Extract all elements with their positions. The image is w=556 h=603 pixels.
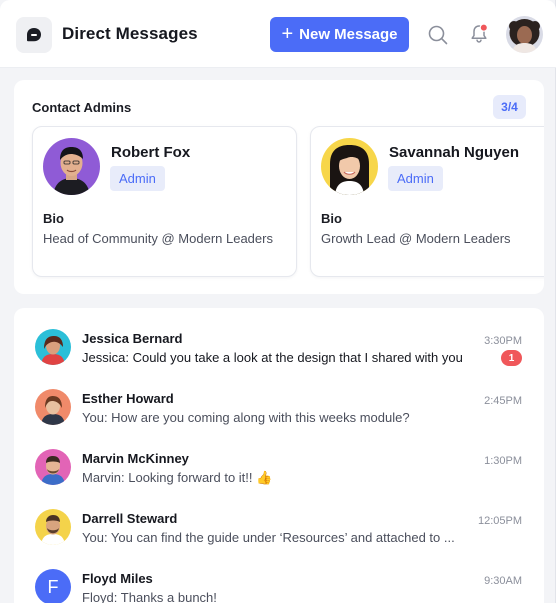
bell-icon[interactable] xyxy=(468,23,490,45)
message-time: 2:45PM xyxy=(484,395,522,407)
conversation-row[interactable]: Esther Howard You: How are you coming al… xyxy=(14,389,544,449)
bio-label: Bio xyxy=(43,211,64,226)
contact-admins-panel: Contact Admins 3/4 Robert Fox Admin Bio … xyxy=(14,80,544,294)
contact-name: Esther Howard xyxy=(82,391,174,406)
app-window: Direct Messages + New Message Contact Ad… xyxy=(0,0,556,603)
avatar xyxy=(35,449,71,485)
admin-card[interactable]: Robert Fox Admin Bio Head of Community @… xyxy=(32,126,297,277)
role-badge: Admin xyxy=(110,166,165,191)
message-time: 1:30PM xyxy=(484,455,522,467)
plus-icon: + xyxy=(281,22,294,45)
message-time: 3:30PM xyxy=(484,335,522,347)
search-icon[interactable] xyxy=(427,24,449,46)
bio-text: Head of Community @ Modern Leaders xyxy=(43,231,273,246)
top-bar: Direct Messages + New Message xyxy=(0,0,556,68)
chat-bubble-icon[interactable] xyxy=(16,17,52,53)
conversation-list: Jessica Bernard Jessica: Could you take … xyxy=(14,308,544,603)
avatar xyxy=(35,329,71,365)
avatar: F xyxy=(35,569,71,603)
new-message-label: New Message xyxy=(299,26,398,43)
page-title: Direct Messages xyxy=(62,24,198,43)
admin-card[interactable]: Savannah Nguyen Admin Bio Growth Lead @ … xyxy=(310,126,544,277)
bio-text: Growth Lead @ Modern Leaders xyxy=(321,231,511,246)
admin-avatar xyxy=(321,138,378,195)
message-preview: Jessica: Could you take a look at the de… xyxy=(82,350,462,365)
carousel-page-counter: 3/4 xyxy=(493,95,526,119)
admin-avatar xyxy=(43,138,100,195)
user-avatar[interactable] xyxy=(506,16,543,53)
admin-name: Robert Fox xyxy=(111,144,191,161)
role-badge: Admin xyxy=(388,166,443,191)
conversation-row[interactable]: Darrell Steward You: You can find the gu… xyxy=(14,509,544,569)
new-message-button[interactable]: + New Message xyxy=(270,17,409,52)
conversation-row[interactable]: Marvin McKinney Marvin: Looking forward … xyxy=(14,449,544,509)
admin-name: Savannah Nguyen xyxy=(389,144,520,161)
conversation-row[interactable]: Jessica Bernard Jessica: Could you take … xyxy=(14,329,544,389)
contact-admins-title: Contact Admins xyxy=(32,100,132,115)
contact-name: Floyd Miles xyxy=(82,571,153,586)
bio-label: Bio xyxy=(321,211,342,226)
avatar-initial: F xyxy=(47,576,59,597)
message-preview: You: How are you coming along with this … xyxy=(82,410,410,425)
avatar xyxy=(35,509,71,545)
message-preview: Floyd: Thanks a bunch! xyxy=(82,590,217,603)
notification-dot xyxy=(479,23,489,32)
contact-name: Jessica Bernard xyxy=(82,331,183,346)
conversation-row[interactable]: F Floyd Miles Floyd: Thanks a bunch! 9:3… xyxy=(14,569,544,603)
message-preview: You: You can find the guide under ‘Resou… xyxy=(82,530,455,545)
contact-name: Marvin McKinney xyxy=(82,451,189,466)
avatar xyxy=(35,389,71,425)
message-time: 12:05PM xyxy=(477,515,522,527)
contact-name: Darrell Steward xyxy=(82,511,178,526)
message-preview: Marvin: Looking forward to it!! 👍 xyxy=(82,470,273,485)
message-time: 9:30AM xyxy=(484,575,522,587)
unread-count-badge: 1 xyxy=(501,350,522,366)
